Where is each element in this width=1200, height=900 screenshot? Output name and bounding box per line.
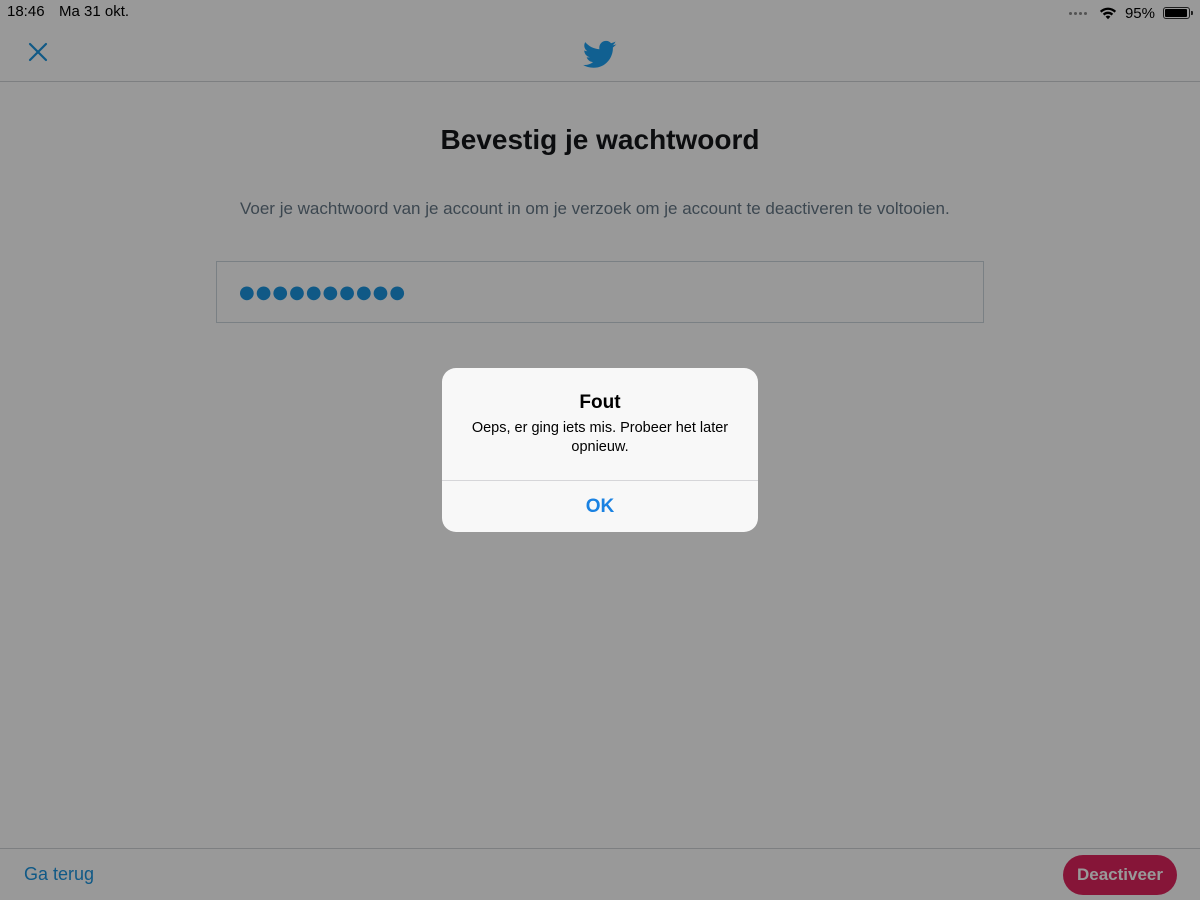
alert-message: Oeps, er ging iets mis. Probeer het late…	[471, 420, 729, 455]
alert-ok-button[interactable]: OK	[442, 481, 758, 532]
alert-title: Fout	[579, 392, 621, 413]
error-alert-dialog: Fout Oeps, er ging iets mis. Probeer het…	[442, 368, 758, 532]
